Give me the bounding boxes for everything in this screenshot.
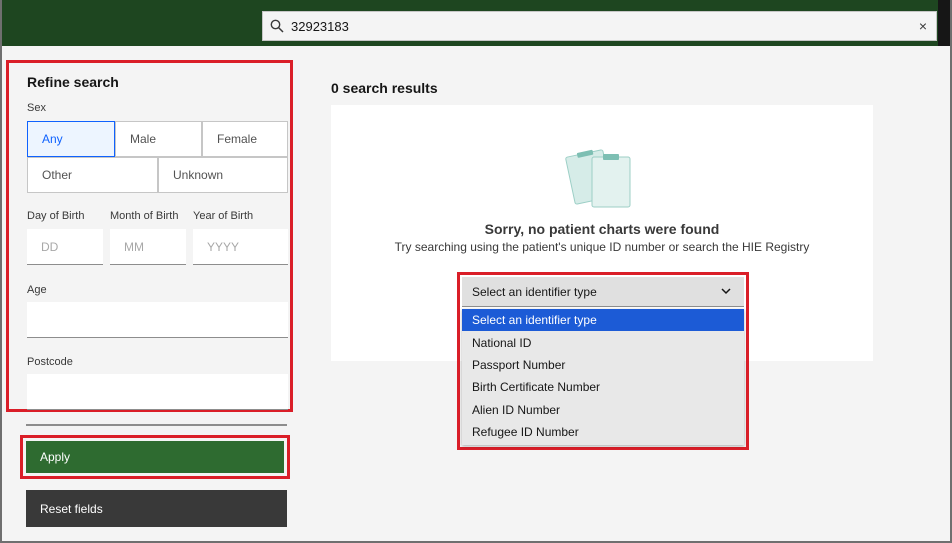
apply-highlight: Apply	[20, 435, 290, 479]
age-label: Age	[27, 284, 47, 296]
identifier-selected-value: Select an identifier type	[472, 284, 597, 299]
age-input[interactable]	[27, 302, 288, 338]
identifier-option-passport[interactable]: Passport Number	[462, 354, 744, 376]
month-of-birth-input[interactable]: MM	[110, 229, 186, 265]
panel-divider	[26, 424, 287, 426]
search-box[interactable]: 32923183 ×	[262, 11, 937, 41]
day-of-birth-label: Day of Birth	[27, 210, 85, 222]
reset-fields-button[interactable]: Reset fields	[26, 490, 287, 527]
search-input[interactable]: 32923183	[291, 19, 910, 34]
identifier-option-refugee-id[interactable]: Refugee ID Number	[462, 421, 744, 443]
sex-label: Sex	[27, 102, 46, 114]
sex-option-any[interactable]: Any	[27, 121, 115, 157]
apply-button[interactable]: Apply	[26, 441, 284, 473]
identifier-option-national-id[interactable]: National ID	[462, 331, 744, 353]
identifier-type-select[interactable]: Select an identifier type	[462, 277, 744, 307]
frame-border-left	[0, 0, 2, 543]
refine-search-panel: Refine search Sex Any Male Female Other …	[6, 60, 293, 412]
sex-option-female[interactable]: Female	[202, 121, 288, 157]
identifier-option-birth-certificate[interactable]: Birth Certificate Number	[462, 376, 744, 398]
search-icon	[263, 19, 291, 33]
identifier-dropdown-highlight: Select an identifier type Select an iden…	[457, 272, 749, 450]
refine-search-title: Refine search	[27, 74, 119, 90]
identifier-option-alien-id[interactable]: Alien ID Number	[462, 399, 744, 421]
results-count: 0 search results	[331, 80, 438, 96]
postcode-input[interactable]	[27, 374, 288, 410]
day-of-birth-input[interactable]: DD	[27, 229, 103, 265]
sex-option-unknown[interactable]: Unknown	[158, 157, 288, 193]
identifier-options-list: Select an identifier type National ID Pa…	[462, 309, 744, 445]
chevron-down-icon[interactable]	[720, 285, 732, 300]
sex-option-male[interactable]: Male	[115, 121, 202, 157]
clipboard-icon	[564, 143, 640, 214]
year-of-birth-label: Year of Birth	[193, 210, 254, 222]
close-icon[interactable]: ×	[910, 18, 936, 34]
sex-option-other[interactable]: Other	[27, 157, 158, 193]
empty-state-subtitle: Try searching using the patient's unique…	[394, 240, 810, 254]
year-of-birth-input[interactable]: YYYY	[193, 229, 288, 265]
empty-state-title: Sorry, no patient charts were found	[484, 221, 720, 237]
postcode-label: Postcode	[27, 356, 73, 368]
month-of-birth-label: Month of Birth	[110, 210, 179, 222]
identifier-option-placeholder[interactable]: Select an identifier type	[462, 309, 744, 332]
